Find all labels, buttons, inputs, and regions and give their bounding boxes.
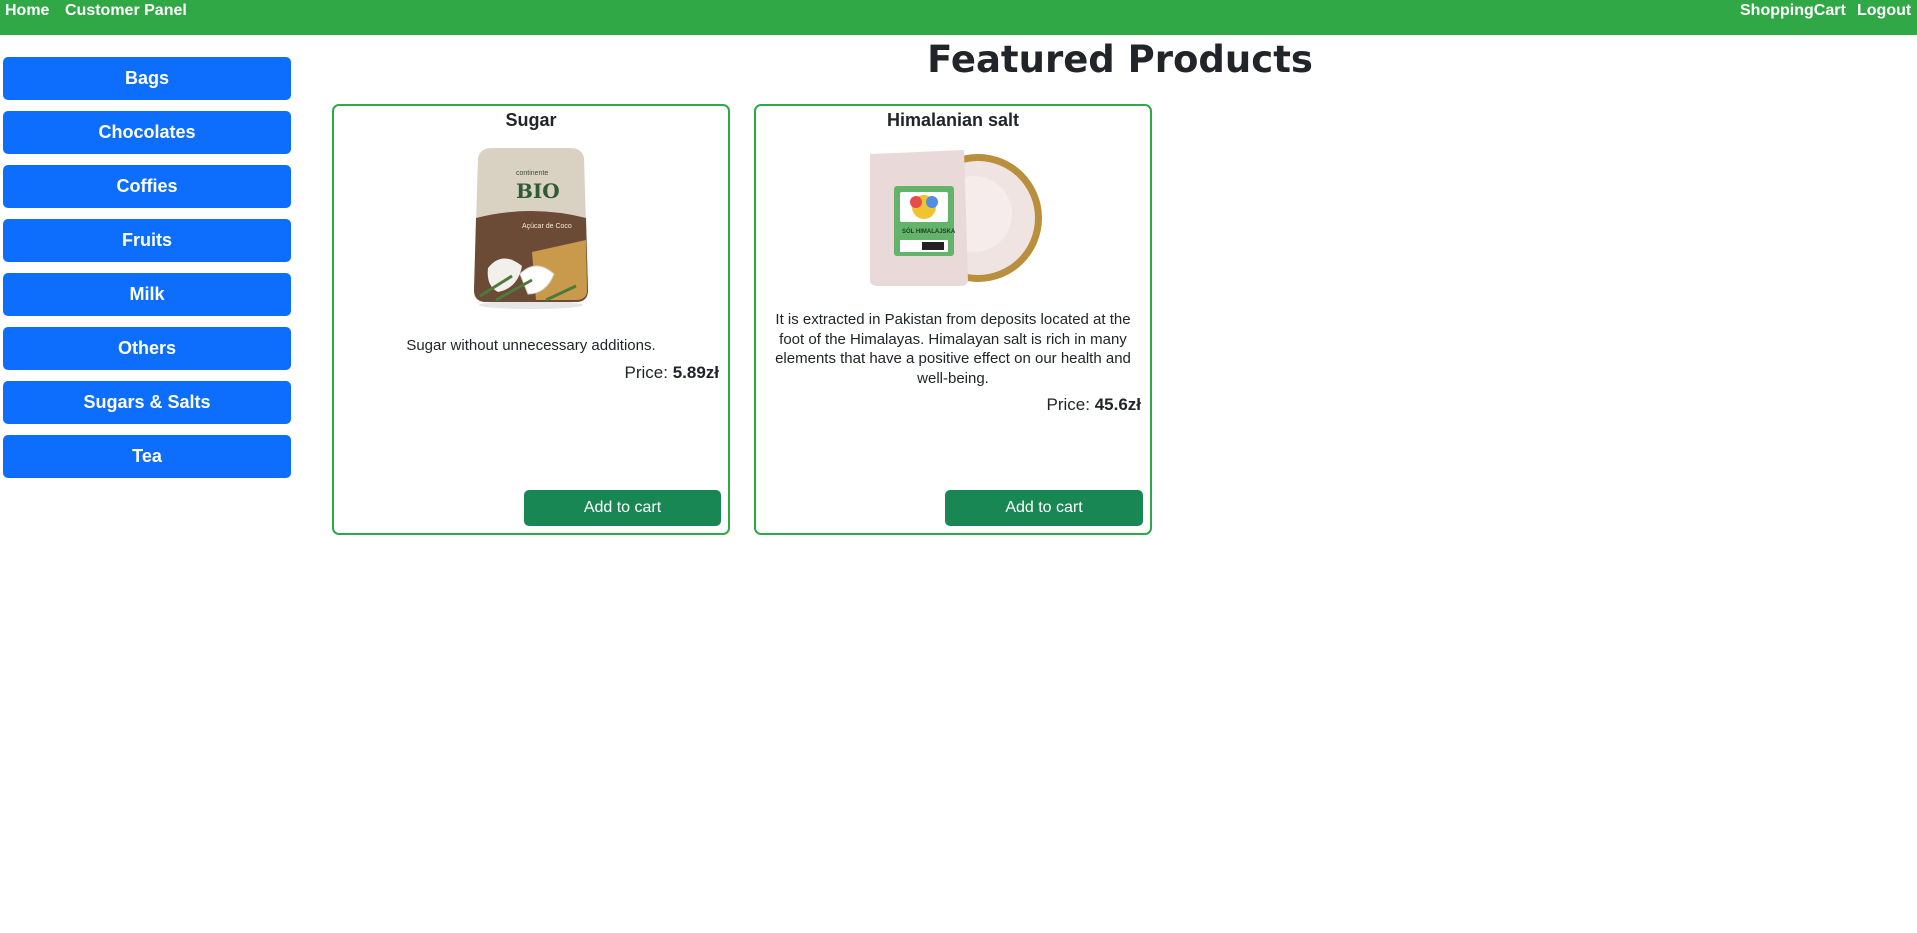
product-name: Sugar: [505, 110, 557, 130]
product-price: Price: 45.6zł: [1046, 394, 1141, 416]
product-image-small-text: continente: [516, 170, 548, 177]
price-value: 45.6zł: [1094, 395, 1141, 414]
add-to-cart-button[interactable]: Add to cart: [524, 490, 721, 526]
nav-home-link[interactable]: Home: [5, 2, 49, 20]
product-price: Price: 5.89zł: [624, 362, 719, 384]
product-description: Sugar without unnecessary additions.: [406, 337, 656, 354]
product-image-brand-text: BIO: [516, 179, 560, 203]
nav-logout-link[interactable]: Logout: [1857, 2, 1911, 20]
price-value: 5.89zł: [672, 363, 719, 382]
category-button-bags[interactable]: Bags: [3, 57, 291, 100]
nav-customer-panel-link[interactable]: Customer Panel: [65, 2, 187, 20]
product-description: It is extracted in Pakistan from deposit…: [775, 311, 1131, 387]
page-title: Featured Products: [927, 38, 1313, 81]
category-button-chocolates[interactable]: Chocolates: [3, 111, 291, 154]
category-button-milk[interactable]: Milk: [3, 273, 291, 316]
category-button-fruits[interactable]: Fruits: [3, 219, 291, 262]
nav-shopping-cart-link[interactable]: ShoppingCart: [1740, 2, 1846, 20]
add-to-cart-button[interactable]: Add to cart: [945, 490, 1143, 526]
category-button-others[interactable]: Others: [3, 327, 291, 370]
price-label: Price:: [624, 363, 668, 382]
top-navbar: Home Customer Panel ShoppingCart Logout: [0, 0, 1917, 35]
category-button-coffies[interactable]: Coffies: [3, 165, 291, 208]
product-card: Sugar continente BIO Açúcar de Coco Suga…: [332, 104, 730, 535]
product-image-himalayan-salt: SÓL HIMALAJSKA: [870, 150, 1042, 286]
category-sidebar: Bags Chocolates Coffies Fruits Milk Othe…: [3, 57, 291, 489]
product-image-label-text: Açúcar de Coco: [522, 223, 572, 230]
category-button-sugars-salts[interactable]: Sugars & Salts: [3, 381, 291, 424]
price-label: Price:: [1046, 395, 1090, 414]
category-button-tea[interactable]: Tea: [3, 435, 291, 478]
product-image-sugar-bag: continente BIO Açúcar de Coco: [474, 148, 588, 309]
product-image-label-text: SÓL HIMALAJSKA: [902, 227, 956, 235]
product-name: Himalanian salt: [886, 110, 1020, 130]
product-card: Himalanian salt SÓL HIMALAJSKA It is ext…: [754, 104, 1152, 535]
